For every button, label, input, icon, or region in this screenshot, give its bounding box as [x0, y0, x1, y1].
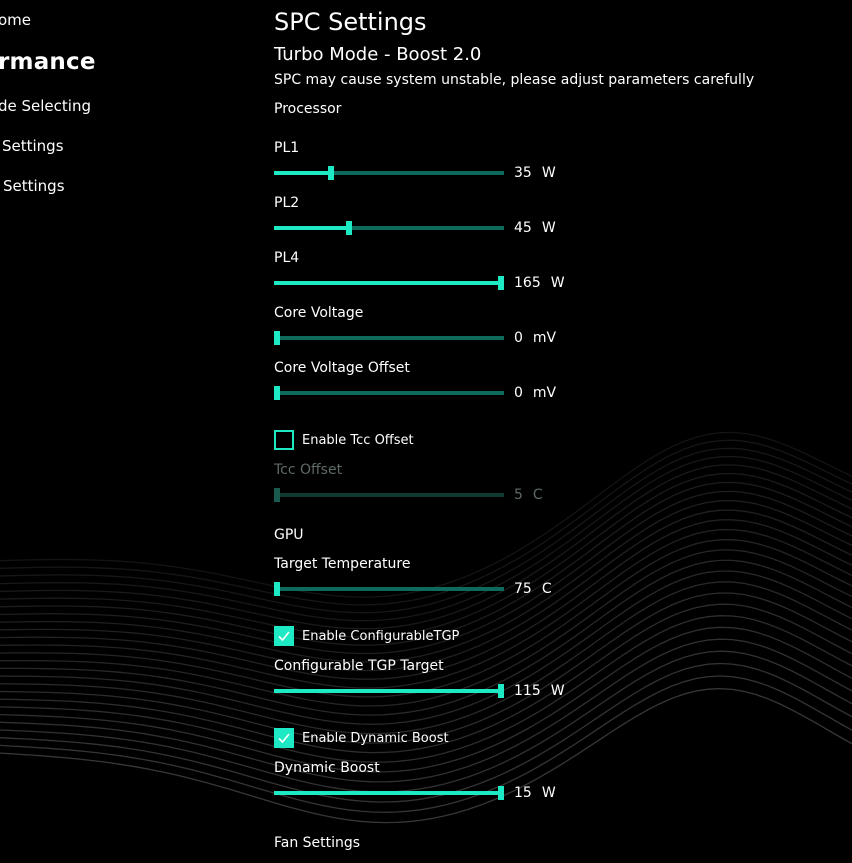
slider-fill [274, 226, 349, 230]
value-number: 0 [514, 330, 523, 346]
slider-thumb[interactable] [498, 276, 504, 290]
checkbox-box[interactable] [274, 430, 294, 450]
value-number: 75 [514, 581, 532, 597]
slider-fill [274, 689, 501, 693]
slider-thumb[interactable] [274, 488, 280, 502]
core-voltage-offset-value: 0 mV [514, 385, 556, 401]
warning-text: SPC may cause system unstable, please ad… [274, 72, 755, 88]
value-unit: W [541, 785, 556, 801]
value-number: 35 [514, 165, 532, 181]
section-fan-settings: Fan Settings [274, 835, 361, 851]
slider-fill [274, 791, 501, 795]
value-unit: W [541, 165, 556, 181]
tcc-offset-slider[interactable] [274, 488, 504, 502]
checkbox-label: Enable Tcc Offset [302, 432, 414, 448]
pl1-label: PL1 [274, 140, 300, 156]
slider-thumb[interactable] [498, 786, 504, 800]
value-number: 45 [514, 220, 532, 236]
slider-fill [274, 171, 331, 175]
page-title: SPC Settings [274, 8, 427, 36]
target-temperature-value: 75 C [514, 581, 552, 597]
checkmark-icon [278, 733, 290, 744]
enable-configurable-tgp-checkbox[interactable]: Enable ConfigurableTGP [274, 626, 459, 646]
value-unit: W [550, 683, 565, 699]
slider-thumb[interactable] [274, 331, 280, 345]
tgp-target-slider[interactable] [274, 684, 504, 698]
value-unit: W [541, 220, 556, 236]
pl2-slider[interactable] [274, 221, 504, 235]
pl1-slider[interactable] [274, 166, 504, 180]
value-number: 115 [514, 683, 541, 699]
core-voltage-slider[interactable] [274, 331, 504, 345]
section-gpu: GPU [274, 527, 304, 543]
slider-track [274, 336, 504, 340]
target-temperature-label: Target Temperature [274, 556, 411, 572]
nav-item-settings-2[interactable]: Settings [3, 177, 65, 195]
nav-item-settings-1[interactable]: Settings [2, 137, 64, 155]
slider-track [274, 493, 504, 497]
value-unit: W [550, 275, 565, 291]
value-unit: mV [532, 385, 557, 401]
slider-thumb[interactable] [327, 166, 334, 180]
slider-thumb[interactable] [274, 582, 280, 596]
checkbox-box[interactable] [274, 728, 294, 748]
checkbox-box[interactable] [274, 626, 294, 646]
value-unit: C [532, 487, 543, 503]
core-voltage-offset-slider[interactable] [274, 386, 504, 400]
value-number: 5 [514, 487, 523, 503]
checkbox-label: Enable ConfigurableTGP [302, 628, 460, 644]
mode-subtitle: Turbo Mode - Boost 2.0 [274, 44, 482, 65]
value-number: 15 [514, 785, 532, 801]
pl2-value: 45 W [514, 220, 556, 236]
checkbox-label: Enable Dynamic Boost [302, 730, 449, 746]
tcc-offset-value: 5C [514, 487, 543, 503]
enable-dynamic-boost-checkbox[interactable]: Enable Dynamic Boost [274, 728, 449, 748]
slider-fill [274, 281, 501, 285]
tgp-target-value: 115 W [514, 683, 565, 699]
slider-thumb[interactable] [274, 386, 280, 400]
value-unit: C [541, 581, 552, 597]
pl4-label: PL4 [274, 250, 300, 266]
tgp-target-label: Configurable TGP Target [274, 658, 444, 674]
core-voltage-label: Core Voltage [274, 305, 364, 321]
section-processor: Processor [274, 101, 342, 117]
enable-tcc-offset-checkbox[interactable]: Enable Tcc Offset [274, 430, 414, 450]
nav-item-performance[interactable]: rmance [0, 49, 96, 75]
slider-track [274, 587, 504, 591]
target-temperature-slider[interactable] [274, 582, 504, 596]
core-voltage-value: 0 mV [514, 330, 556, 346]
tcc-offset-label: Tcc Offset [274, 462, 343, 478]
value-number: 165 [514, 275, 541, 291]
nav-item-home[interactable]: ome [0, 11, 31, 29]
slider-track [274, 391, 504, 395]
dynamic-boost-value: 15 W [514, 785, 556, 801]
background-wave-line [0, 455, 852, 622]
pl2-label: PL2 [274, 195, 300, 211]
pl4-slider[interactable] [274, 276, 504, 290]
pl1-value: 35 W [514, 165, 556, 181]
value-unit: mV [532, 330, 557, 346]
checkmark-icon [278, 631, 290, 642]
value-number: 0 [514, 385, 523, 401]
core-voltage-offset-label: Core Voltage Offset [274, 360, 410, 376]
pl4-value: 165 W [514, 275, 565, 291]
dynamic-boost-label: Dynamic Boost [274, 760, 380, 776]
slider-thumb[interactable] [498, 684, 504, 698]
dynamic-boost-slider[interactable] [274, 786, 504, 800]
slider-thumb[interactable] [345, 221, 352, 235]
nav-item-mode-selecting[interactable]: de Selecting [0, 97, 91, 115]
